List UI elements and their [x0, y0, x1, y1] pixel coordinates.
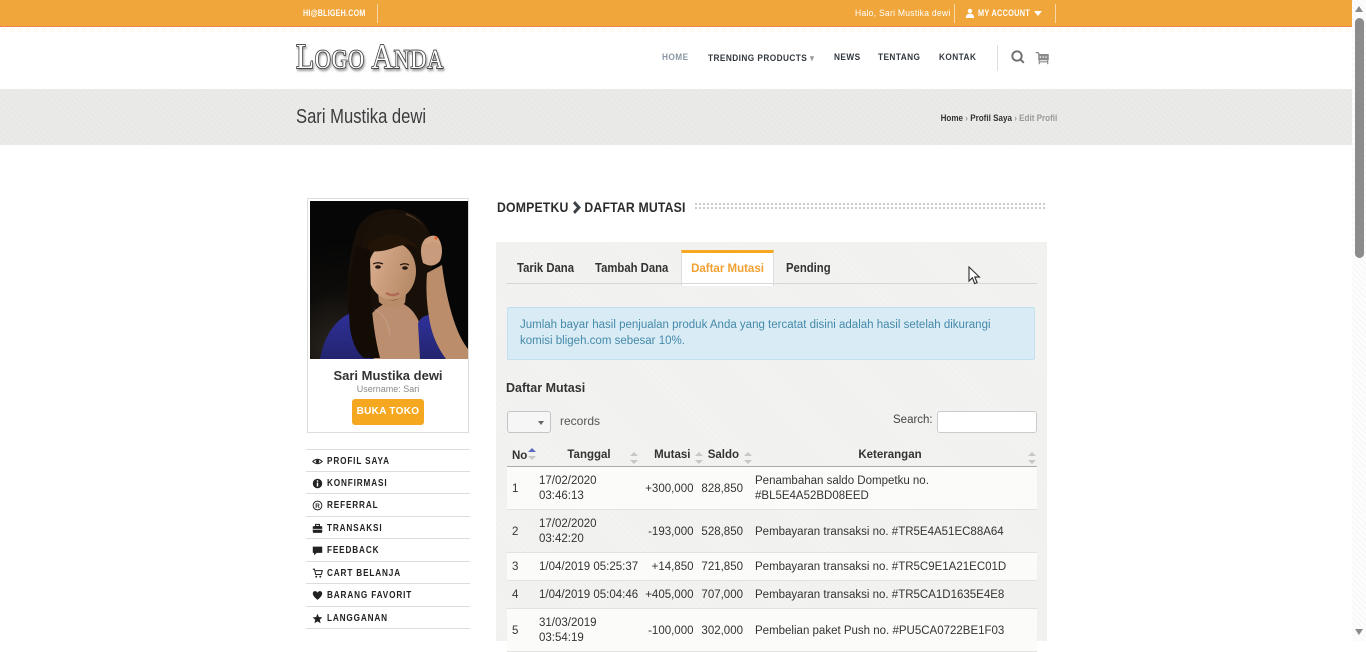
svg-text:LOGO ANDA: LOGO ANDA: [296, 40, 444, 77]
svg-text:R: R: [315, 503, 320, 510]
